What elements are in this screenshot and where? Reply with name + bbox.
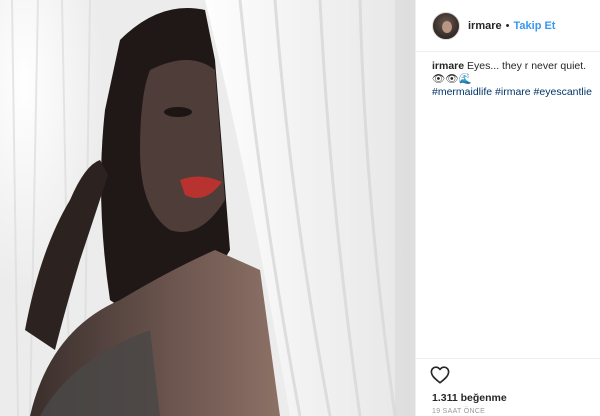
post-header: irmare • Takip Et xyxy=(416,0,600,52)
header-username-link[interactable]: irmare xyxy=(468,20,502,32)
post-side-panel: irmare • Takip Et irmare Eyes... they r … xyxy=(415,0,600,416)
photo-illustration xyxy=(0,0,415,416)
hashtag-link[interactable]: #eyescantlie xyxy=(534,86,592,98)
heart-icon[interactable] xyxy=(430,366,450,384)
header-separator: • xyxy=(505,19,510,32)
post-caption: irmare Eyes... they r never quiet. 👁👁🌊 #… xyxy=(432,60,594,99)
follow-button[interactable]: Takip Et xyxy=(514,20,556,32)
post-actions: 1.311 beğenme 19 SAAT ÖNCE xyxy=(416,358,600,416)
post-timestamp: 19 SAAT ÖNCE xyxy=(432,408,486,415)
profile-avatar[interactable] xyxy=(432,11,460,40)
caption-username-link[interactable]: irmare xyxy=(432,60,464,72)
hashtag-link[interactable]: #irmare xyxy=(495,86,531,98)
hashtag-link[interactable]: #mermaidlife xyxy=(432,86,492,98)
likes-count[interactable]: 1.311 beğenme xyxy=(432,392,507,404)
post-photo[interactable] xyxy=(0,0,415,416)
